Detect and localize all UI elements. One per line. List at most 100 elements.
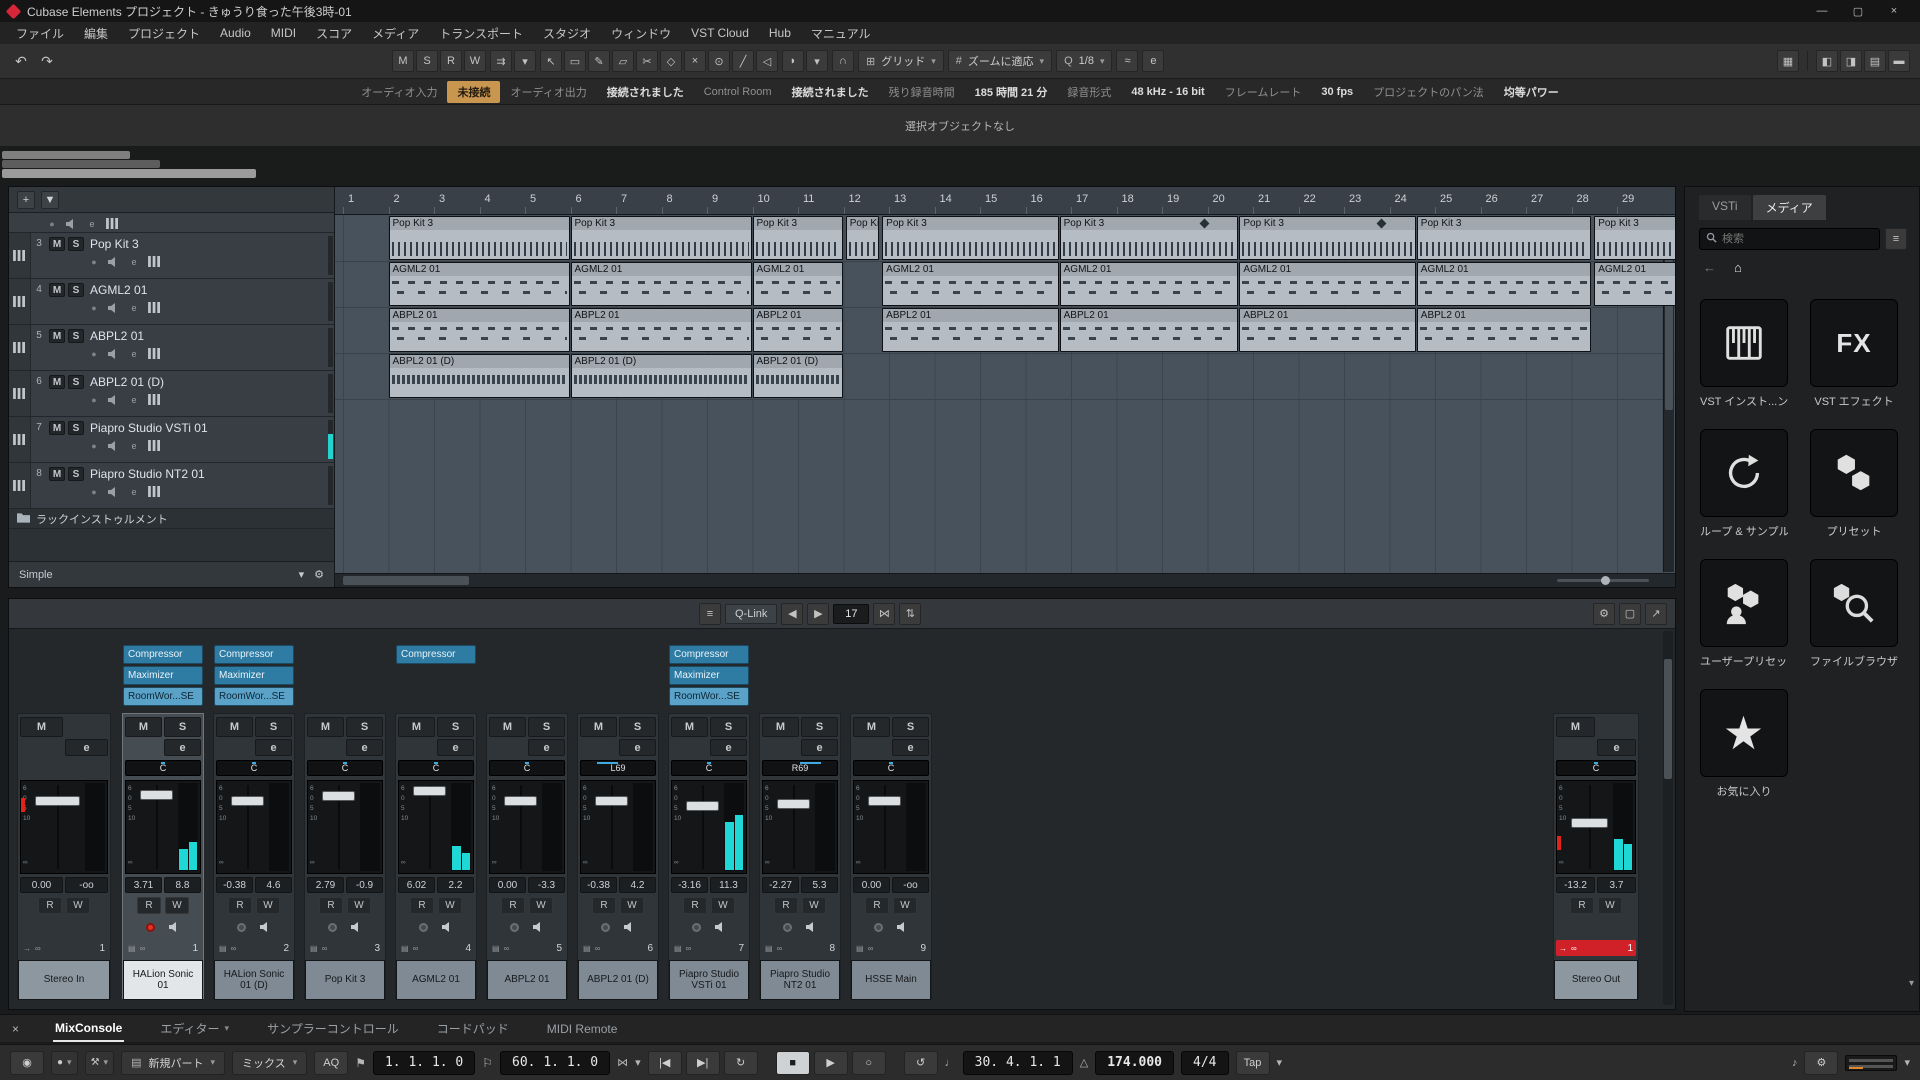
object-selection-tool[interactable]: ↖	[540, 50, 562, 72]
read-automation-button[interactable]: R	[38, 897, 62, 914]
record-enable-button[interactable]	[692, 923, 701, 932]
monitor-icon[interactable]	[66, 219, 78, 229]
media-tile-item[interactable]: ファイルブラウザー	[1810, 559, 1898, 669]
monitor-button[interactable]	[715, 922, 727, 932]
edit-channel-button[interactable]: e	[346, 739, 383, 756]
midi-part-abpl2-01[interactable]: ABPL2 01	[1239, 308, 1415, 352]
chevron-down-icon[interactable]: ▾	[635, 1056, 641, 1069]
instrument-icon[interactable]	[148, 302, 161, 313]
next-channel-icon[interactable]: ▶	[807, 603, 829, 625]
menu-item-6[interactable]: メディア	[362, 22, 429, 45]
edit-channel-icon[interactable]: e	[87, 219, 97, 229]
fader-track[interactable]	[774, 781, 813, 873]
channel-name[interactable]: Stereo Out	[1554, 960, 1638, 1000]
solo-button[interactable]: S	[68, 421, 84, 435]
pan-control[interactable]: C	[307, 760, 383, 776]
solo-button[interactable]: S	[164, 717, 201, 737]
rack-tab-item[interactable]: メディア	[1753, 195, 1826, 220]
scrollbar-handle[interactable]	[343, 576, 469, 585]
edit-channel-icon[interactable]: e	[129, 349, 139, 359]
midi-part-abpl2-01[interactable]: ABPL2 01	[1417, 308, 1591, 352]
pan-control[interactable]: C	[489, 760, 565, 776]
record-enable-button[interactable]	[146, 923, 155, 932]
record-enable-button[interactable]	[419, 923, 428, 932]
edit-channel-icon[interactable]: e	[129, 487, 139, 497]
fader-handle[interactable]	[868, 796, 901, 806]
instrument-icon[interactable]	[106, 218, 119, 229]
solo-button[interactable]: S	[710, 717, 747, 737]
write-automation-button[interactable]: W	[529, 897, 553, 914]
fader-handle[interactable]	[140, 790, 173, 800]
track-row-agml2-01[interactable]: 4MSAGML2 01●e	[9, 279, 334, 325]
prev-channel-icon[interactable]: ◀	[781, 603, 803, 625]
line-tool[interactable]: ╱	[732, 50, 754, 72]
metronome-icon[interactable]: △	[1080, 1056, 1088, 1069]
instrument-icon[interactable]	[148, 256, 161, 267]
menu-item-12[interactable]: マニュアル	[801, 22, 881, 45]
instrument-icon[interactable]	[148, 348, 161, 359]
chevron-down-icon[interactable]: ▾	[1904, 1056, 1910, 1069]
record-enable-button[interactable]	[874, 923, 883, 932]
midi-part-pop-kit-3[interactable]: Pop Kit 3	[753, 216, 843, 260]
search-box[interactable]	[1699, 228, 1880, 250]
fader-track[interactable]	[501, 781, 540, 873]
quantize-panel-button[interactable]: e	[1142, 50, 1164, 72]
menu-item-1[interactable]: 編集	[74, 22, 118, 45]
scrollbar-handle[interactable]	[1664, 659, 1672, 779]
edit-channel-button[interactable]: e	[164, 739, 201, 756]
routing-row[interactable]: ▤∞6	[580, 940, 656, 956]
solo-button[interactable]: S	[255, 717, 292, 737]
midi-part-abpl2-01[interactable]: ABPL2 01	[571, 308, 752, 352]
mute-button[interactable]: M	[49, 283, 65, 297]
insert-slot[interactable]: RoomWor...SE	[214, 687, 294, 706]
track-row-abpl2-01[interactable]: 5MSABPL2 01●e	[9, 325, 334, 371]
mute-button[interactable]: M	[580, 717, 617, 737]
read-automation-button[interactable]: R	[137, 897, 161, 914]
solo-button[interactable]: S	[437, 717, 474, 737]
tab-midi-remote[interactable]: MIDI Remote	[545, 1017, 620, 1041]
routing-row[interactable]: ▤∞2	[216, 940, 292, 956]
mute-button[interactable]: M	[671, 717, 708, 737]
range-selection-tool[interactable]: ▭	[564, 50, 586, 72]
go-to-next-marker-button[interactable]: ▶|	[686, 1051, 720, 1075]
read-all-button[interactable]: R	[440, 50, 462, 72]
mute-button[interactable]: M	[49, 329, 65, 343]
fader-handle[interactable]	[504, 796, 537, 806]
edit-channel-button[interactable]: e	[1597, 739, 1636, 756]
pan-control[interactable]: C	[125, 760, 201, 776]
routing-row[interactable]: ▤∞3	[307, 940, 383, 956]
channel-name[interactable]: Stereo In	[18, 960, 110, 1000]
record-mode-dropdown[interactable]: ● ▾	[51, 1051, 78, 1075]
media-tile-vst[interactable]: VST インスト...ント	[1700, 299, 1788, 409]
draw-tool[interactable]: ✎	[588, 50, 610, 72]
mixer-channel-halion-sonic-01[interactable]: CompressorMaximizerRoomWor...SEMSeC60510…	[122, 629, 204, 1009]
mixer-channel-pop-kit-3[interactable]: MSeC60510∞2.79-0.9RW▤∞3Pop Kit 3	[304, 629, 386, 1009]
mixer-channel-hsse-main[interactable]: MSeC60510∞0.00-ooRW▤∞9HSSE Main	[850, 629, 932, 1009]
zoom-knob[interactable]	[1601, 576, 1610, 585]
qlink-button[interactable]: Q-Link	[725, 604, 777, 624]
pan-control[interactable]: C	[216, 760, 292, 776]
redo-button[interactable]: ↷	[36, 50, 58, 72]
monitor-icon[interactable]	[108, 349, 120, 359]
monitor-icon[interactable]	[108, 257, 120, 267]
read-automation-button[interactable]: R	[592, 897, 616, 914]
midi-part-abpl2-01[interactable]: ABPL2 01	[882, 308, 1058, 352]
mute-button[interactable]: M	[1556, 717, 1595, 737]
pan-control[interactable]: C	[671, 760, 747, 776]
back-icon[interactable]: ←	[1703, 260, 1716, 275]
track-row-pop-kit-3[interactable]: 3MSPop Kit 3●e	[9, 233, 334, 279]
monitor-button[interactable]	[351, 922, 363, 932]
close-lower-zone-icon[interactable]: ×	[12, 1022, 19, 1036]
undo-button[interactable]: ↶	[10, 50, 32, 72]
edit-channel-icon[interactable]: e	[129, 257, 139, 267]
insert-slot[interactable]: Maximizer	[214, 666, 294, 685]
chevron-down-icon[interactable]: ▾	[514, 50, 536, 72]
midi-part-agml2-01[interactable]: AGML2 01	[389, 262, 570, 306]
layout-left-zone-icon[interactable]: ◧	[1816, 50, 1838, 72]
mute-button[interactable]: M	[398, 717, 435, 737]
fader-track[interactable]	[865, 781, 904, 873]
mute-all-button[interactable]: M	[392, 50, 414, 72]
channel-visibility-icon[interactable]: ≡	[699, 603, 721, 625]
midi-part-abpl2-01[interactable]: ABPL2 01	[753, 308, 843, 352]
record-enable-button[interactable]	[237, 923, 246, 932]
